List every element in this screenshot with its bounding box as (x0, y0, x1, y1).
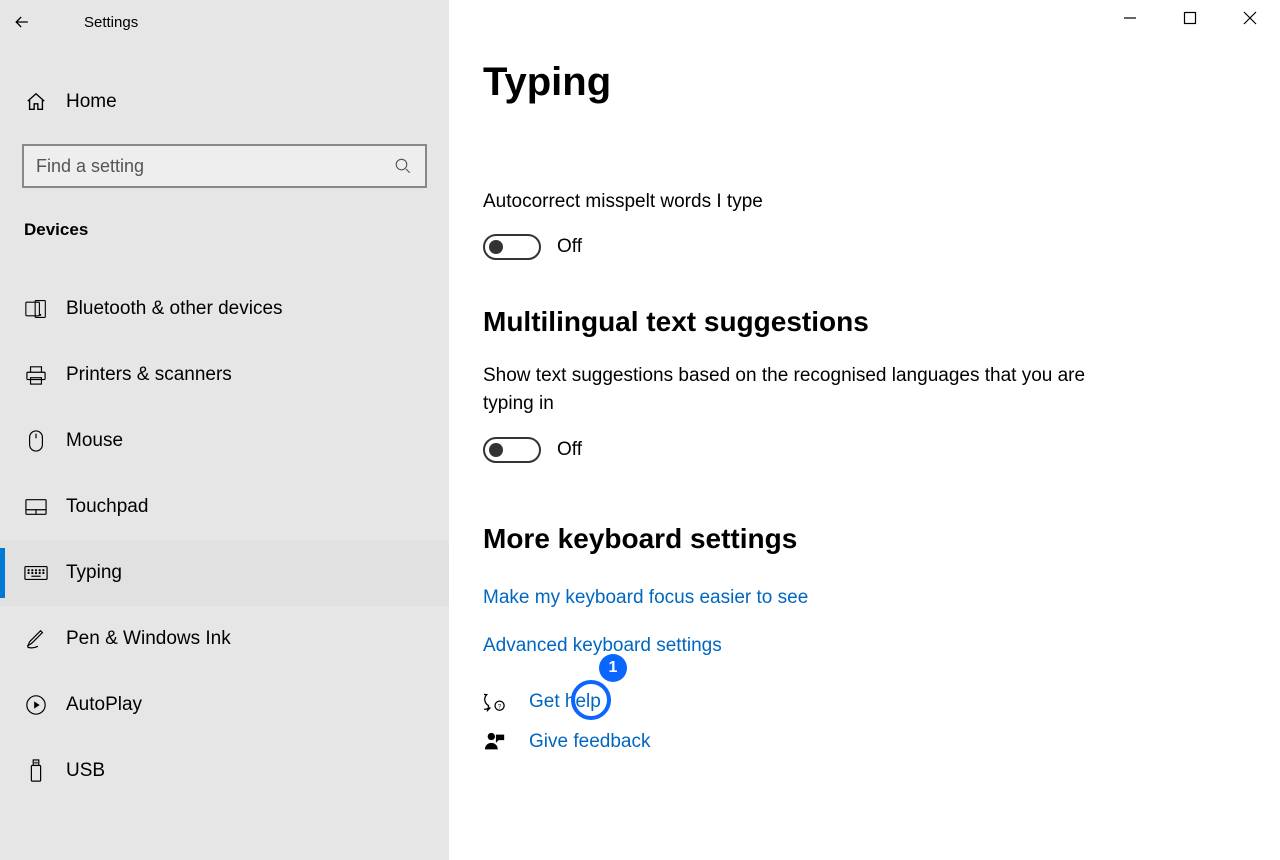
maximize-button[interactable] (1160, 0, 1220, 36)
get-help-icon: ? (484, 691, 506, 713)
content-area: Typing Autocorrect misspelt words I type… (449, 0, 1280, 860)
category-label: Devices (0, 220, 449, 240)
home-icon (25, 91, 47, 113)
nav-label: Pen & Windows Ink (66, 628, 231, 650)
touchpad-icon (25, 498, 47, 516)
page-title: Typing (483, 60, 1246, 105)
nav-typing[interactable]: Typing (0, 540, 449, 606)
autocorrect-state: Off (557, 236, 582, 258)
nav-label: USB (66, 760, 105, 782)
nav-mouse[interactable]: Mouse (0, 408, 449, 474)
nav-touchpad[interactable]: Touchpad (0, 474, 449, 540)
minimize-icon (1123, 11, 1137, 25)
nav-autoplay[interactable]: AutoPlay (0, 672, 449, 738)
printer-icon (25, 365, 47, 385)
nav-label: AutoPlay (66, 694, 142, 716)
annotation-badge: 1 (599, 654, 627, 682)
autocorrect-label: Autocorrect misspelt words I type (483, 189, 1143, 216)
bluetooth-devices-icon (25, 299, 47, 319)
nav-list: Bluetooth & other devices Printers & sca… (0, 276, 449, 804)
window-title: Settings (84, 14, 138, 31)
nav-label: Printers & scanners (66, 364, 232, 386)
get-help-link[interactable]: Get help (529, 691, 601, 713)
multilingual-description: Show text suggestions based on the recog… (483, 362, 1123, 419)
usb-icon (29, 759, 43, 783)
multilingual-toggle[interactable] (483, 437, 541, 463)
nav-label: Touchpad (66, 496, 148, 518)
link-advanced-keyboard[interactable]: Advanced keyboard settings (483, 635, 1246, 657)
pen-icon (25, 628, 47, 650)
close-button[interactable] (1220, 0, 1280, 36)
nav-printers[interactable]: Printers & scanners (0, 342, 449, 408)
close-icon (1243, 11, 1257, 25)
home-label: Home (66, 91, 117, 113)
nav-label: Mouse (66, 430, 123, 452)
multilingual-state: Off (557, 439, 582, 461)
back-button[interactable] (0, 0, 44, 44)
titlebar: Settings (0, 0, 449, 44)
nav-bluetooth[interactable]: Bluetooth & other devices (0, 276, 449, 342)
multilingual-heading: Multilingual text suggestions (483, 306, 1246, 338)
more-keyboard-heading: More keyboard settings (483, 523, 1246, 555)
nav-label: Typing (66, 562, 122, 584)
search-icon (394, 157, 412, 175)
give-feedback-link[interactable]: Give feedback (529, 731, 650, 753)
mouse-icon (28, 430, 44, 452)
autoplay-icon (25, 694, 47, 716)
keyboard-icon (24, 565, 48, 581)
arrow-left-icon (12, 12, 32, 32)
svg-text:?: ? (498, 703, 502, 710)
sidebar: Settings Home Devices Bluetooth & other … (0, 0, 449, 860)
nav-pen[interactable]: Pen & Windows Ink (0, 606, 449, 672)
search-input[interactable] (36, 156, 393, 177)
feedback-icon (484, 731, 506, 753)
maximize-icon (1183, 11, 1197, 25)
autocorrect-toggle[interactable] (483, 234, 541, 260)
home-nav[interactable]: Home (0, 74, 449, 130)
nav-label: Bluetooth & other devices (66, 298, 283, 320)
nav-usb[interactable]: USB (0, 738, 449, 804)
minimize-button[interactable] (1100, 0, 1160, 36)
link-keyboard-focus[interactable]: Make my keyboard focus easier to see (483, 587, 1246, 609)
search-box[interactable] (22, 144, 427, 188)
window-controls (1100, 0, 1280, 36)
